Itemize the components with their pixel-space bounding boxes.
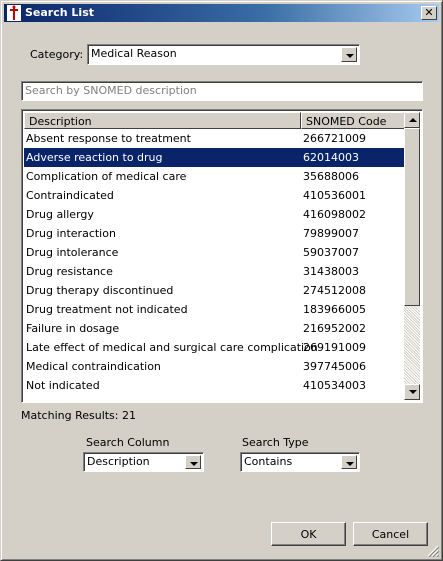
scroll-down-button[interactable] [404, 384, 420, 400]
caduceus-icon [7, 5, 21, 21]
search-column-select[interactable]: Description [83, 452, 204, 472]
description-cell: Not indicated [26, 379, 100, 392]
table-row[interactable]: Not indicated 410534003 [24, 376, 407, 395]
cancel-button-label: Cancel [371, 528, 410, 541]
description-cell: Failure in dosage [26, 322, 120, 335]
description-cell: Contraindicated [26, 189, 114, 202]
description-cell: Drug resistance [26, 265, 113, 278]
snomed-code-cell: 31438003 [303, 265, 359, 278]
table-rows: Absent response to treatment 266721009 Adv… [24, 129, 407, 395]
table-row[interactable]: Absent response to treatment 266721009 [24, 129, 407, 148]
category-dropdown-button[interactable] [341, 47, 357, 62]
description-cell: Medical contraindication [26, 360, 161, 373]
category-label: Category: [30, 48, 84, 61]
description-cell: Drug interaction [26, 227, 116, 240]
description-cell: Drug therapy discontinued [26, 284, 174, 297]
search-type-select[interactable]: Contains [240, 452, 360, 472]
close-button[interactable]: ✕ [421, 6, 437, 20]
snomed-code-cell: 183966005 [303, 303, 366, 316]
description-cell: Late effect of medical and surgical care… [26, 341, 318, 354]
scroll-up-button[interactable] [404, 112, 420, 128]
title-bar[interactable]: Search List ✕ [4, 4, 439, 22]
search-type-dropdown-button[interactable] [341, 455, 357, 469]
matching-results: Matching Results: 21 [21, 409, 136, 422]
category-value: Medical Reason [91, 47, 177, 60]
window-title: Search List [25, 6, 94, 19]
description-cell: Adverse reaction to drug [26, 151, 163, 164]
search-placeholder: Search by SNOMED description [25, 84, 197, 97]
snomed-code-cell: 274512008 [303, 284, 366, 297]
table-row[interactable]: Drug resistance 31438003 [24, 262, 407, 281]
table-row[interactable]: Failure in dosage 216952002 [24, 319, 407, 338]
table-row[interactable]: Late effect of medical and surgical care… [24, 338, 407, 357]
search-list-window: Search List ✕ Category: Medical Reason S… [0, 0, 443, 561]
resize-grip-icon[interactable] [427, 545, 439, 557]
description-cell: Complication of medical care [26, 170, 187, 183]
chevron-down-icon [346, 54, 354, 58]
chevron-down-icon [346, 462, 354, 466]
search-input[interactable]: Search by SNOMED description [21, 81, 423, 101]
snomed-code-cell: 35688006 [303, 170, 359, 183]
scroll-thumb[interactable] [404, 128, 420, 306]
snomed-code-cell: 410536001 [303, 189, 366, 202]
column-header-snomed-code[interactable]: SNOMED Code [301, 112, 407, 129]
column-header-snomed-code-label: SNOMED Code [306, 115, 387, 128]
table-row[interactable]: Drug therapy discontinued 274512008 [24, 281, 407, 300]
chevron-up-icon [409, 118, 417, 122]
category-select[interactable]: Medical Reason [87, 44, 360, 65]
column-header-description-label: Description [29, 115, 92, 128]
ok-button[interactable]: OK [271, 522, 346, 546]
snomed-code-cell: 216952002 [303, 322, 366, 335]
snomed-code-cell: 397745006 [303, 360, 366, 373]
snomed-code-cell: 62014003 [303, 151, 359, 164]
search-column-value: Description [87, 455, 150, 468]
chevron-down-icon [190, 462, 198, 466]
close-icon: ✕ [424, 6, 434, 19]
chevron-down-icon [409, 390, 417, 394]
table-row[interactable]: Drug intolerance 59037007 [24, 243, 407, 262]
description-cell: Drug allergy [26, 208, 94, 221]
description-cell: Drug treatment not indicated [26, 303, 188, 316]
snomed-code-cell: 416098002 [303, 208, 366, 221]
snomed-code-cell: 269191009 [303, 341, 366, 354]
description-cell: Drug intolerance [26, 246, 119, 259]
results-table: Description SNOMED Code Absent response … [21, 109, 423, 403]
description-cell: Absent response to treatment [26, 132, 191, 145]
snomed-code-cell: 59037007 [303, 246, 359, 259]
search-type-label: Search Type [242, 436, 309, 449]
cancel-button[interactable]: Cancel [353, 522, 428, 546]
snomed-code-cell: 79899007 [303, 227, 359, 240]
table-row[interactable]: Contraindicated 410536001 [24, 186, 407, 205]
snomed-code-cell: 410534003 [303, 379, 366, 392]
search-type-value: Contains [244, 455, 293, 468]
table-row[interactable]: Drug allergy 416098002 [24, 205, 407, 224]
vertical-scrollbar[interactable] [404, 112, 420, 400]
ok-button-label: OK [300, 528, 317, 541]
table-row[interactable]: Adverse reaction to drug 62014003 [24, 148, 407, 167]
search-column-label: Search Column [86, 436, 170, 449]
table-row[interactable]: Drug treatment not indicated 183966005 [24, 300, 407, 319]
search-column-dropdown-button[interactable] [185, 455, 201, 469]
snomed-code-cell: 266721009 [303, 132, 366, 145]
column-header-description[interactable]: Description [24, 112, 301, 129]
table-row[interactable]: Complication of medical care 35688006 [24, 167, 407, 186]
table-row[interactable]: Drug interaction 79899007 [24, 224, 407, 243]
table-row[interactable]: Medical contraindication 397745006 [24, 357, 407, 376]
